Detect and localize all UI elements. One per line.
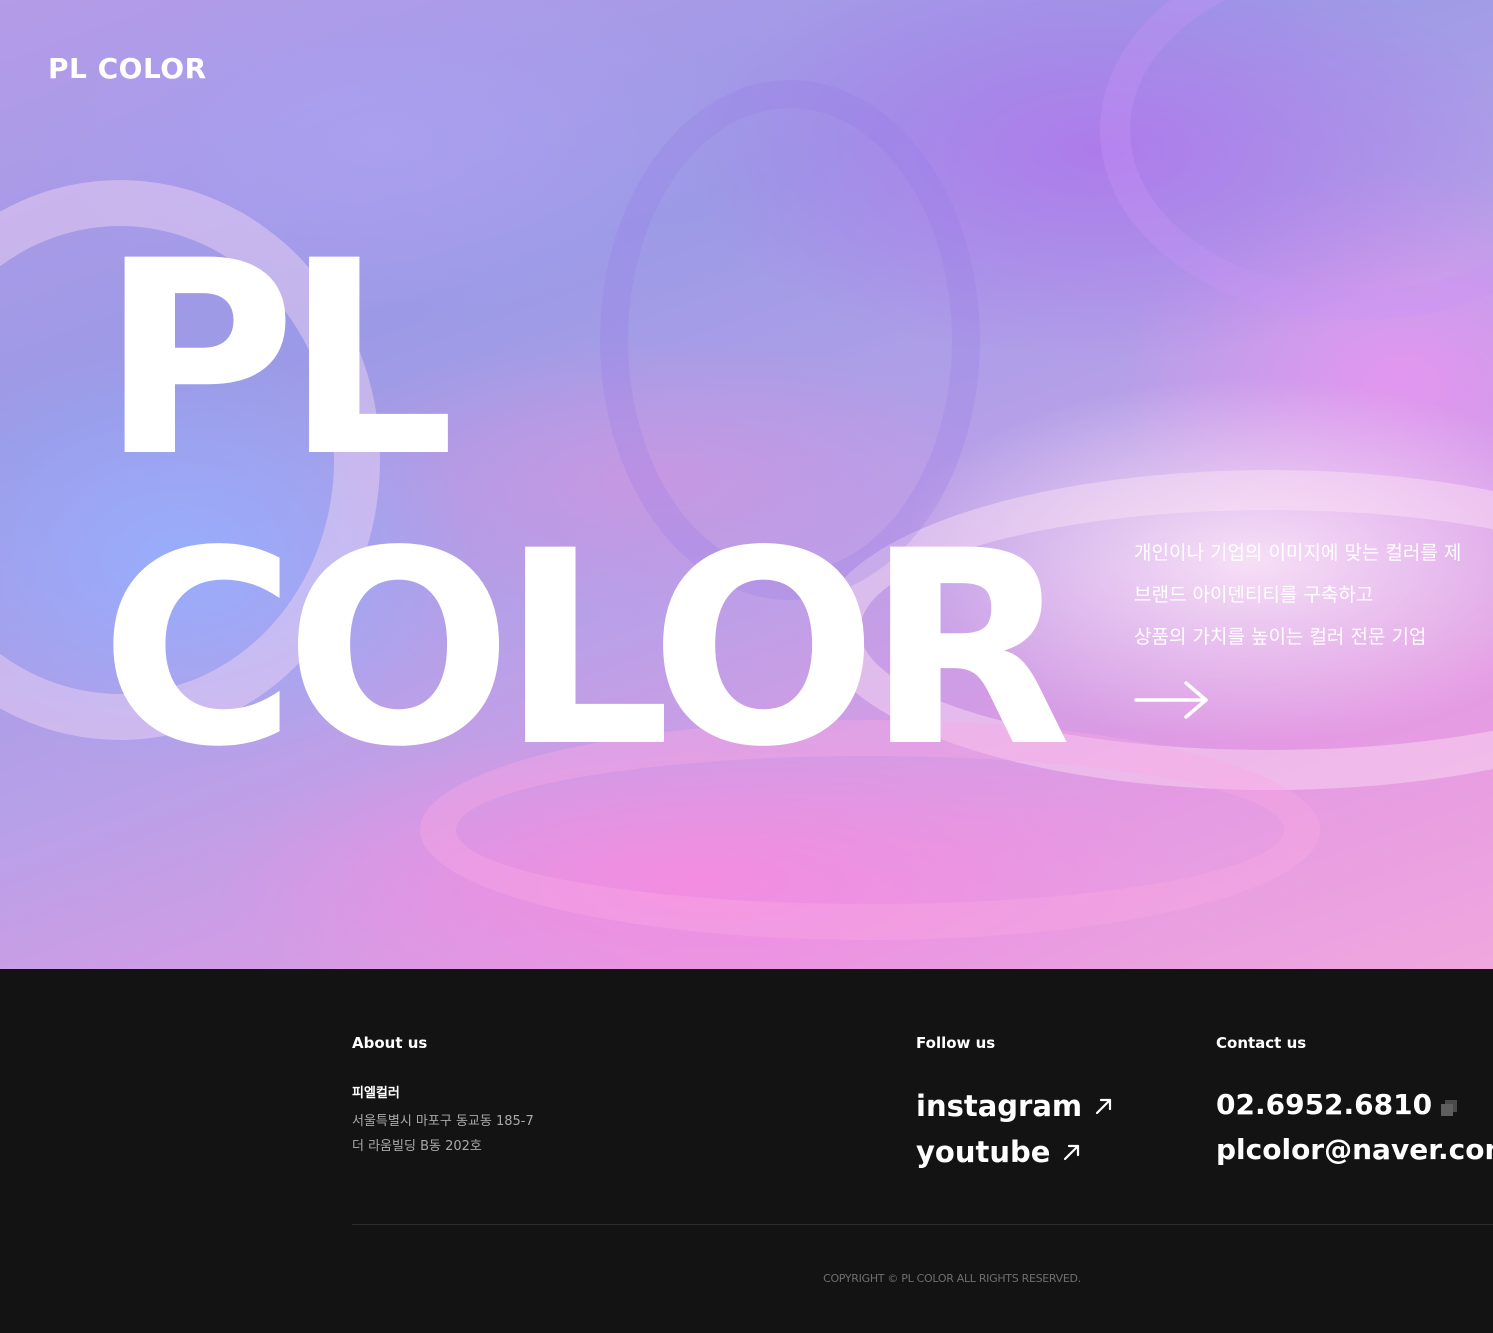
hero-description-line: 개인이나 기업의 이미지에 맞는 컬러를 제 (1134, 542, 1462, 564)
contact-phone-row: 02.6952.6810 (1216, 1086, 1458, 1124)
email-address[interactable]: plcolor@naver.com (1216, 1131, 1493, 1169)
hero-background-swirl (1100, 0, 1493, 320)
instagram-link[interactable]: instagram (916, 1087, 1114, 1125)
about-heading: About us (352, 1034, 428, 1052)
hero-description-line: 브랜드 아이덴티티를 구축하고 (1134, 584, 1374, 606)
hero-description: 개인이나 기업의 이미지에 맞는 컬러를 제 브랜드 아이덴티티를 구축하고 상… (1134, 532, 1493, 658)
hero-title-line-2: COLOR (100, 494, 1072, 806)
copy-icon[interactable] (1440, 1099, 1458, 1117)
youtube-link-label: youtube (916, 1135, 1051, 1169)
company-address: 서울특별시 마포구 동교동 185-7 더 라움빌딩 B동 202호 (352, 1109, 534, 1159)
hero-description-line: 상품의 가치를 높이는 컬러 전문 기업 (1134, 626, 1427, 648)
address-line: 더 라움빌딩 B동 202호 (352, 1139, 482, 1154)
site-logo[interactable]: PL COLOR (48, 50, 207, 88)
arrow-right-icon[interactable] (1132, 677, 1212, 723)
site-footer: About us 피엘컬러 서울특별시 마포구 동교동 185-7 더 라움빌딩… (0, 969, 1493, 1333)
company-name: 피엘컬러 (352, 1086, 400, 1101)
hero-title: PL COLOR (100, 204, 1072, 806)
copyright-text: COPYRIGHT © PL COLOR ALL RIGHTS RESERVED… (823, 1272, 1081, 1285)
follow-heading: Follow us (916, 1034, 996, 1052)
instagram-link-label: instagram (916, 1089, 1083, 1123)
arrow-up-right-icon (1064, 1144, 1080, 1161)
footer-divider (352, 1224, 1493, 1225)
address-line: 서울특별시 마포구 동교동 185-7 (352, 1114, 534, 1129)
hero-section: PL COLOR PL COLOR 개인이나 기업의 이미지에 맞는 컬러를 제… (0, 0, 1493, 969)
arrow-up-right-icon (1096, 1098, 1112, 1115)
phone-number[interactable]: 02.6952.6810 (1216, 1086, 1432, 1124)
hero-title-line-1: PL (100, 204, 455, 516)
youtube-link[interactable]: youtube (916, 1133, 1082, 1171)
contact-heading: Contact us (1216, 1034, 1307, 1052)
